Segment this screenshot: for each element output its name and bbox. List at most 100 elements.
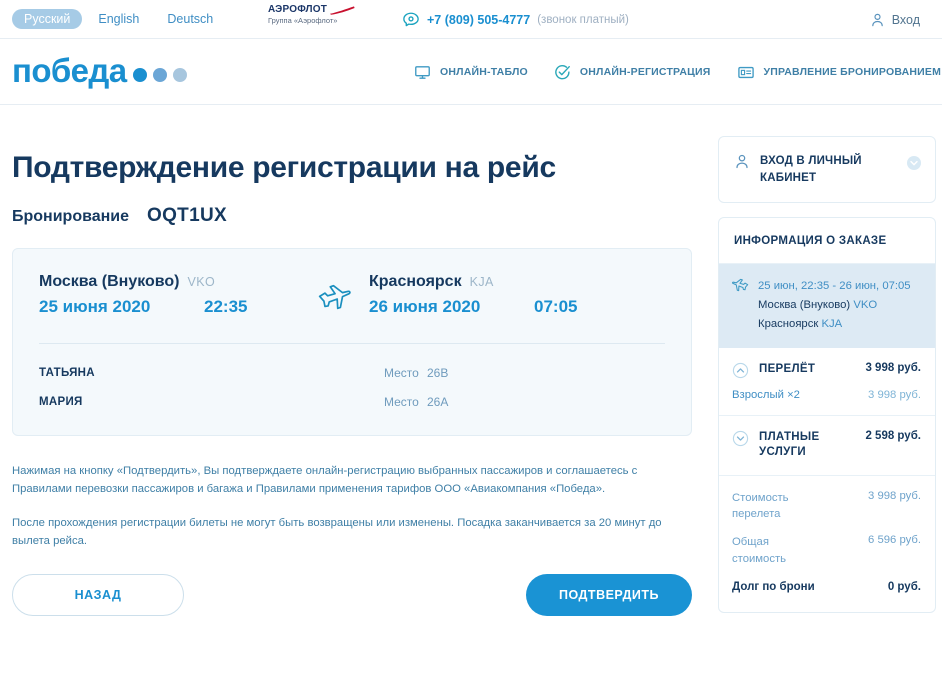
aeroflot-subtitle: Группа «Аэрофлот» [268, 16, 338, 25]
table-row: МАРИЯ Место 26A [39, 395, 665, 409]
confirm-button[interactable]: ПОДТВЕРДИТЬ [526, 574, 692, 617]
flight-card: Москва (Внуково) VKO 25 июня 2020 22:35 [12, 248, 692, 436]
order-flight-dates: 25 июн, 22:35 - 26 июн, 07:05 [758, 280, 911, 293]
user-icon [736, 154, 748, 169]
booking-code: OQT1UX [147, 205, 227, 226]
price-section-amount: 3 998 руб. [865, 361, 921, 374]
aeroflot-wordmark: АЭРОФЛОТ [268, 4, 328, 15]
back-button[interactable]: НАЗАД [12, 574, 184, 617]
legal-disclaimer: Нажимая на кнопку «Подтвердить», Вы подт… [12, 462, 692, 550]
user-icon [871, 13, 883, 26]
chevron-up-circle-icon[interactable] [732, 362, 749, 379]
main-column: Подтверждение регистрации на рейс Бронир… [12, 105, 692, 627]
nav-label-online-checkin: ОНЛАЙН-РЕГИСТРАЦИЯ [579, 66, 711, 78]
order-flight-to: Красноярск KJA [758, 316, 923, 333]
personal-cabinet-toggle[interactable]: ВХОД В ЛИЧНЫЙ КАБИНЕТ [719, 137, 935, 202]
arrival-city: Красноярск [369, 273, 462, 290]
table-row: ТАТЬЯНА Место 26B [39, 366, 665, 380]
legal-paragraph-1: Нажимая на кнопку «Подтвердить», Вы подт… [12, 465, 638, 496]
total-row-flight-cost: Стоимость перелета 3 998 руб. [732, 490, 921, 523]
order-from-city: Москва (Внуково) [758, 298, 851, 311]
arrival-date: 26 июня 2020 [369, 297, 481, 316]
logo-dot-2 [152, 67, 167, 82]
logo-dot-3 [172, 67, 187, 82]
passenger-seat-value: 26A [427, 395, 449, 409]
passenger-name: ТАТЬЯНА [39, 367, 95, 379]
nav-item-online-checkin[interactable]: ОНЛАЙН-РЕГИСТРАЦИЯ [554, 64, 711, 81]
login-label[interactable]: Вход [892, 13, 920, 27]
departure-airport-code: VKO [187, 275, 216, 289]
check-circle-icon [555, 64, 570, 79]
price-section-flight[interactable]: ПЕРЕЛЁТ 3 998 руб. Взрослый ×2 3 998 руб… [719, 348, 935, 416]
language-switcher[interactable]: Русский English Deutsch [12, 8, 225, 30]
order-flight-from: Москва (Внуково) VKO [758, 297, 923, 314]
page-title: Подтверждение регистрации на рейс [12, 151, 556, 184]
action-buttons: НАЗАД ПОДТВЕРДИТЬ [12, 574, 692, 617]
total-row-grand-total: Общая стоимость 6 596 руб. [732, 534, 921, 567]
passenger-seat-value: 26B [427, 366, 449, 380]
aeroflot-swoosh-icon [330, 5, 355, 15]
legal-paragraph-2: После прохождения регистрации билеты не … [12, 516, 662, 547]
pobeda-wordmark: победа [12, 52, 127, 90]
nav-label-online-board: ОНЛАЙН-ТАБЛО [440, 66, 528, 78]
passenger-seat-label: Место [384, 366, 419, 380]
total-label: Стоимость перелета [732, 491, 789, 520]
total-row-outstanding-debt: Долг по брони 0 руб. [732, 579, 921, 596]
chevron-down-icon[interactable] [906, 155, 922, 171]
departure-time: 22:35 [204, 297, 248, 316]
price-section-title: ПЕРЕЛЁТ [759, 362, 816, 375]
aeroflot-group-logo: АЭРОФЛОТ Группа «Аэрофлот» [268, 5, 380, 25]
total-value: 0 руб. [887, 581, 921, 594]
price-sub-row: Взрослый ×2 3 998 руб. [732, 389, 921, 401]
nav-label-manage-booking: УПРАВЛЕНИЕ БРОНИРОВАНИЕМ [763, 66, 942, 78]
chevron-down-circle-icon[interactable] [732, 430, 749, 447]
main-navigation: ОНЛАЙН-ТАБЛО ОНЛАЙН-РЕГИСТРАЦИЯ УПРАВЛЕН… [414, 39, 941, 105]
personal-cabinet-box: ВХОД В ЛИЧНЫЙ КАБИНЕТ [718, 136, 936, 204]
order-from-code: VKO [853, 298, 878, 311]
personal-cabinet-label: ВХОД В ЛИЧНЫЙ КАБИНЕТ [760, 155, 862, 184]
flight-direction-indicator [299, 276, 369, 314]
order-to-code: KJA [821, 317, 843, 330]
airplane-icon [318, 284, 351, 310]
card-divider [39, 343, 665, 344]
login-button[interactable]: Вход [870, 0, 920, 39]
phone-note: (звонок платный) [537, 13, 629, 26]
top-bar: Русский English Deutsch АЭРОФЛОТ Группа … [0, 0, 942, 39]
nav-item-manage-booking[interactable]: УПРАВЛЕНИЕ БРОНИРОВАНИЕМ [737, 64, 942, 81]
lang-option-ru[interactable]: Русский [12, 8, 83, 30]
total-label: Общая стоимость [732, 536, 787, 565]
price-section-services[interactable]: ПЛАТНЫЕ УСЛУГИ 2 598 руб. [719, 416, 935, 476]
phone-number[interactable]: +7 (809) 505-4777 [427, 13, 530, 27]
order-info-box: ИНФОРМАЦИЯ О ЗАКАЗЕ 25 июн, 22:35 - 26 и… [718, 217, 936, 613]
monitor-icon [415, 65, 430, 79]
departure-date: 25 июня 2020 [39, 297, 151, 316]
sidebar: ВХОД В ЛИЧНЫЙ КАБИНЕТ ИНФОРМАЦИЯ О ЗАКАЗ… [718, 105, 936, 627]
site-header: победа ОНЛАЙН-ТАБЛО ОНЛАЙН-РЕГИСТРАЦИЯ У… [0, 39, 942, 105]
booking-reference: Бронирование OQT1UX [12, 205, 692, 227]
pobeda-logo[interactable]: победа [12, 52, 187, 90]
nav-item-online-board[interactable]: ОНЛАЙН-ТАБЛО [414, 64, 528, 81]
flight-arrival-segment: Красноярск KJA 26 июня 2020 07:05 [369, 273, 629, 317]
page-content: Подтверждение регистрации на рейс Бронир… [0, 105, 942, 627]
logo-dot-1 [132, 67, 147, 82]
passenger-seat-label: Место [384, 395, 419, 409]
airplane-icon [732, 279, 749, 292]
flight-route-row: Москва (Внуково) VKO 25 июня 2020 22:35 [39, 273, 665, 317]
order-totals: Стоимость перелета 3 998 руб. Общая стои… [719, 476, 935, 612]
total-value: 3 998 руб. [868, 489, 921, 502]
booking-label: Бронирование [12, 208, 130, 225]
passenger-list: ТАТЬЯНА Место 26B МАРИЯ Место 26A [39, 366, 665, 409]
price-section-title: ПЛАТНЫЕ УСЛУГИ [759, 430, 820, 459]
price-sub-label: Взрослый ×2 [732, 388, 800, 401]
lang-option-en[interactable]: English [86, 9, 151, 30]
price-section-amount: 2 598 руб. [865, 429, 921, 442]
phone-block[interactable]: +7 (809) 505-4777 (звонок платный) [402, 0, 629, 39]
lang-option-de[interactable]: Deutsch [155, 9, 225, 30]
order-flight-summary: 25 июн, 22:35 - 26 июн, 07:05 Москва (Вн… [719, 264, 935, 348]
arrival-airport-code: KJA [469, 275, 494, 289]
order-info-title: ИНФОРМАЦИЯ О ЗАКАЗЕ [719, 218, 935, 265]
departure-city: Москва (Внуково) [39, 273, 180, 290]
flight-departure-segment: Москва (Внуково) VKO 25 июня 2020 22:35 [39, 273, 299, 317]
phone-icon [403, 12, 419, 26]
price-sub-value: 3 998 руб. [868, 388, 921, 401]
